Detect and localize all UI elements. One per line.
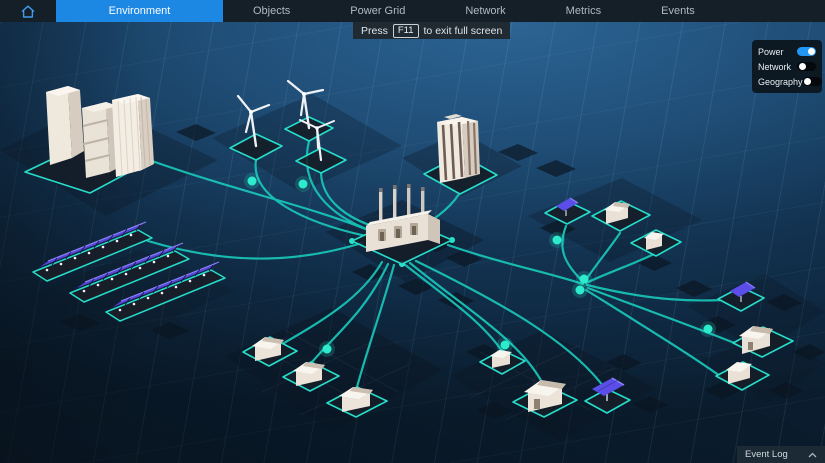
power-toggle[interactable] — [797, 47, 816, 56]
toggle-knob — [798, 63, 806, 70]
toast-suffix: to exit full screen — [423, 24, 503, 37]
tab-environment[interactable]: Environment — [56, 0, 223, 22]
layer-label-power: Power — [758, 46, 784, 57]
toggle-knob — [807, 48, 815, 55]
tab-network[interactable]: Network — [435, 0, 535, 22]
office-tower[interactable] — [437, 114, 480, 183]
top-nav: Environment Objects Power Grid Network M… — [0, 0, 825, 22]
tab-metrics[interactable]: Metrics — [536, 0, 631, 22]
home-icon[interactable] — [0, 0, 56, 22]
toggle-knob — [804, 78, 812, 85]
toast-prefix: Press — [361, 24, 388, 37]
world-canvas — [0, 79, 825, 441]
chevron-up-icon — [808, 452, 817, 457]
network-toggle[interactable] — [797, 62, 816, 71]
tab-objects[interactable]: Objects — [223, 0, 320, 22]
layer-row-network: Network — [758, 60, 816, 73]
fullscreen-toast: Press F11 to exit full screen — [353, 22, 511, 39]
link-house-r2 — [584, 252, 656, 285]
layers-panel: Power Network Geography — [752, 40, 822, 93]
tab-power-grid[interactable]: Power Grid — [320, 0, 435, 22]
digital-twin-app: Environment Objects Power Grid Network M… — [0, 0, 825, 463]
f11-key: F11 — [392, 23, 419, 38]
event-log-bar[interactable]: Event Log — [737, 446, 825, 463]
layer-label-network: Network — [758, 61, 792, 72]
scene-viewport[interactable]: Press F11 to exit full screen Power Netw… — [0, 22, 825, 463]
layer-row-geography: Geography — [758, 75, 822, 88]
layer-row-power: Power — [758, 45, 816, 58]
tab-events[interactable]: Events — [631, 0, 725, 22]
event-log-label: Event Log — [745, 449, 788, 460]
layer-label-geography: Geography — [758, 76, 803, 87]
geography-toggle[interactable] — [802, 77, 822, 86]
